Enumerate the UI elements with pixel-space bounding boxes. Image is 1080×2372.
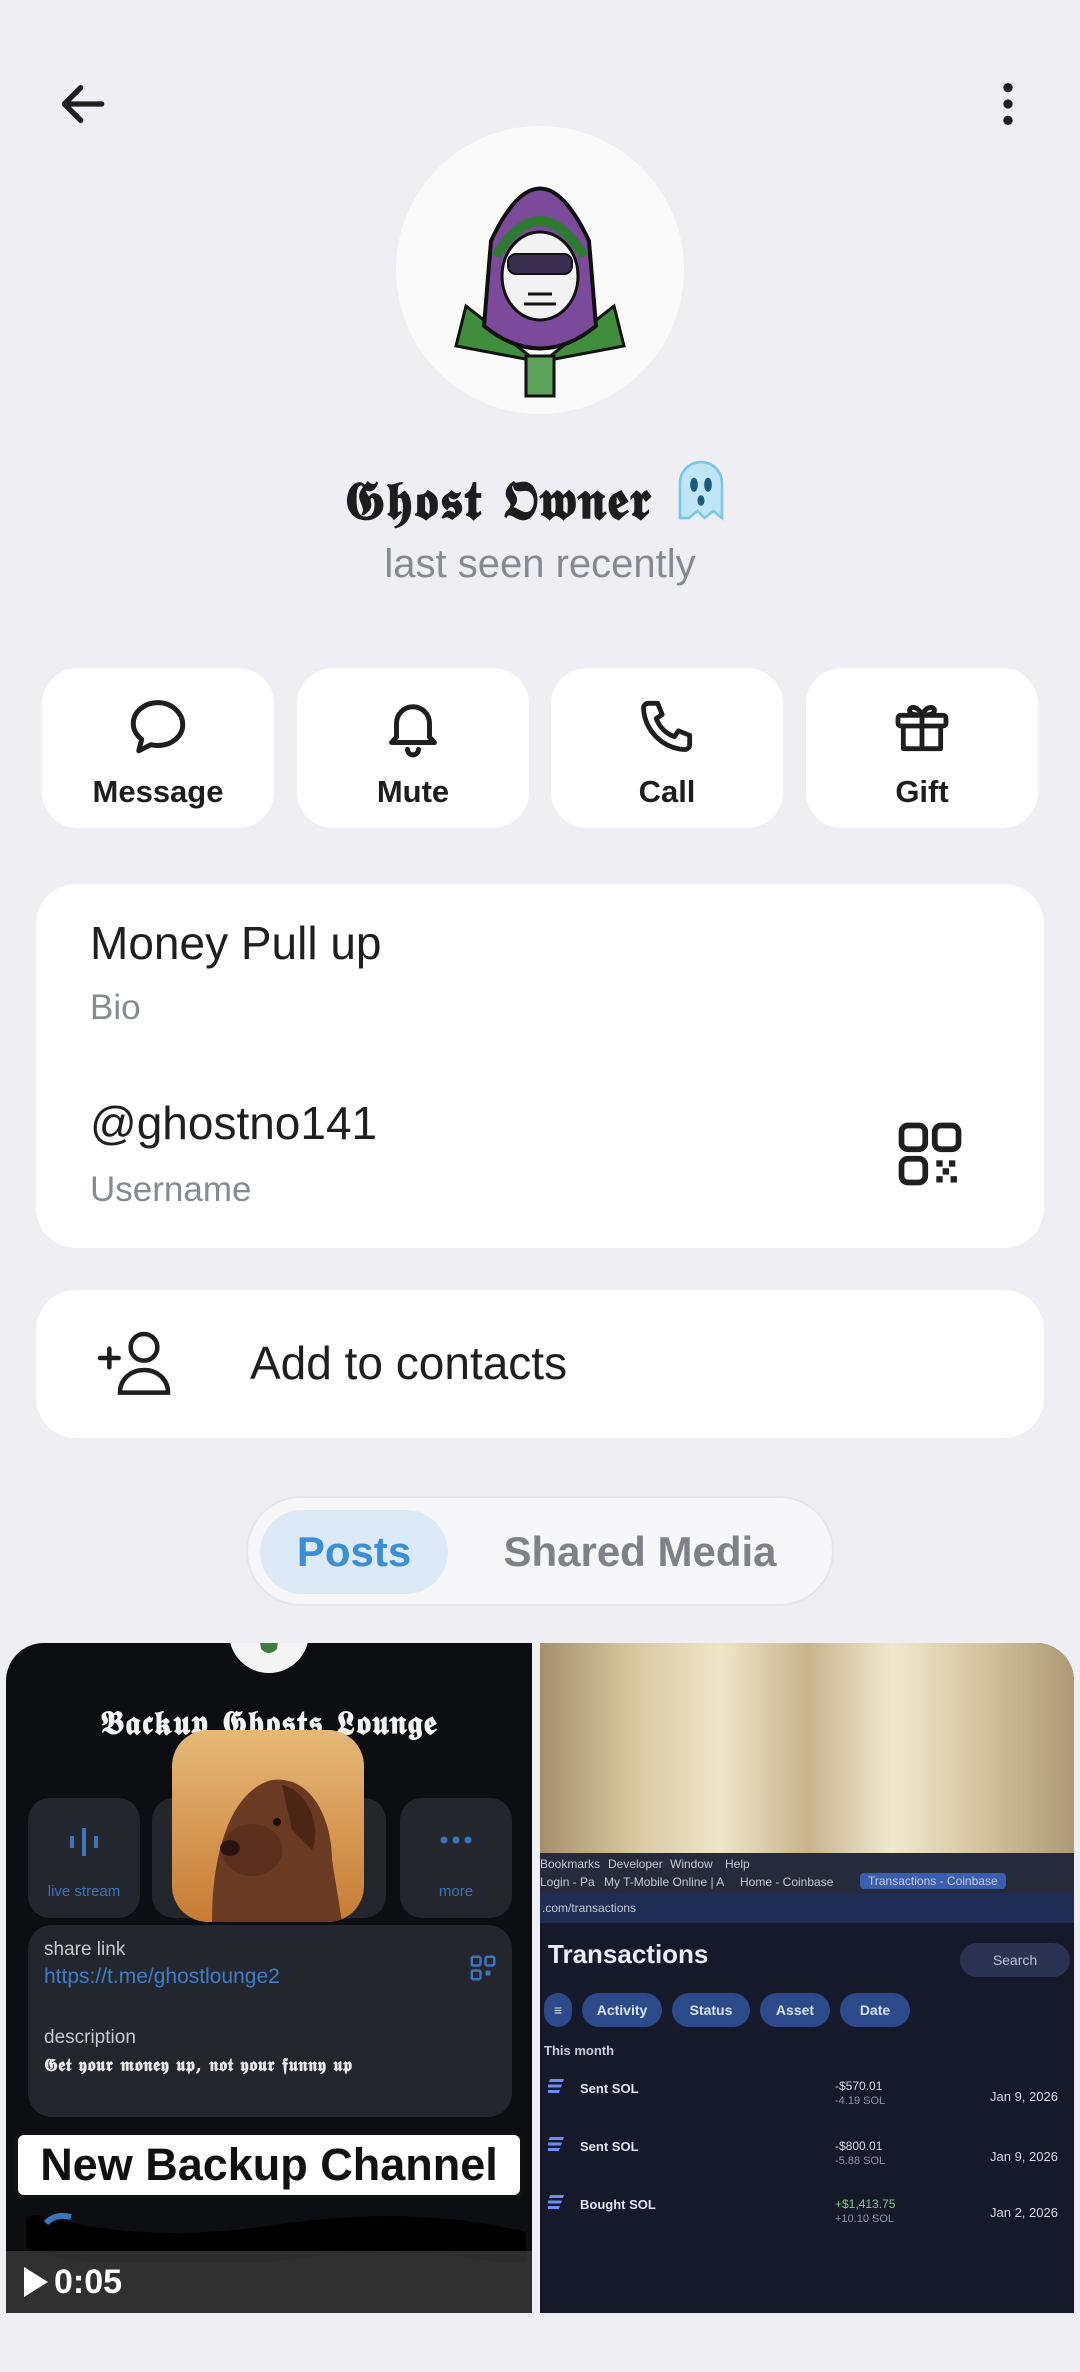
browser-menu-item: Window	[670, 1857, 713, 1871]
profile-name: 𝕲𝖍𝖔𝖘𝖙 𝕺𝖜𝖓𝖊𝖗	[343, 468, 652, 532]
gift-icon	[895, 705, 949, 752]
transactions-month: This month	[544, 2043, 615, 2058]
share-link-value: https://t.me/ghostlounge2	[44, 1965, 280, 1988]
live-stream-label: live stream	[47, 1883, 121, 1900]
filter-chip-icon: ≡	[544, 1993, 572, 2027]
message-label: Message	[92, 774, 224, 809]
filter-chip: Date	[840, 1993, 910, 2027]
filter-chip: Status	[672, 1993, 750, 2027]
qr-code-icon	[898, 1122, 962, 1186]
video-duration: 0:05	[54, 2263, 123, 2301]
chat-bubble-icon	[130, 700, 186, 754]
browser-url: .com/transactions	[542, 1901, 637, 1915]
bio-label: Bio	[90, 988, 141, 1027]
username-label: Username	[90, 1170, 252, 1209]
browser-url-bar: .com/transactions	[540, 1893, 1074, 1923]
qr-code-button[interactable]	[892, 1116, 968, 1192]
gift-button[interactable]: Gift	[806, 668, 1038, 828]
tab-posts[interactable]: Posts	[260, 1510, 448, 1594]
curtain-background-image	[540, 1643, 1074, 1853]
message-button[interactable]: Message	[42, 668, 274, 828]
transaction-amount: -$570.01	[835, 2079, 883, 2093]
dog-photo-image	[172, 1730, 364, 1922]
post-thumbnail-photo[interactable]: Bookmarks Developer Window Help Login - …	[540, 1643, 1074, 2313]
more-options-button[interactable]	[960, 56, 1056, 152]
transaction-sub-amount: -5.88 SOL	[835, 2155, 886, 2167]
arrow-left-icon	[61, 84, 105, 124]
username-value[interactable]: @ghostno141	[90, 1096, 377, 1150]
tab-shared-media[interactable]: Shared Media	[480, 1510, 800, 1594]
solana-icon	[548, 2195, 564, 2209]
transaction-name: Bought SOL	[580, 2197, 656, 2212]
transaction-name: Sent SOL	[580, 2139, 639, 2154]
transaction-sub-amount: +10.10 SOL	[835, 2213, 895, 2225]
filter-chip: Asset	[760, 1993, 830, 2027]
profile-avatar[interactable]	[396, 126, 684, 414]
solana-icon	[548, 2079, 564, 2093]
call-label: Call	[638, 774, 696, 809]
post-live-stream-tile: live stream	[28, 1798, 140, 1918]
post-channel-info: share link https://t.me/ghostlounge2 des…	[28, 1925, 512, 2117]
solana-icon	[548, 2137, 564, 2151]
kebab-menu-icon	[1003, 83, 1013, 125]
transaction-sub-amount: -4.19 SOL	[835, 2095, 886, 2107]
more-label: more	[438, 1883, 474, 1900]
browser-tab: Login - Pa	[540, 1875, 595, 1889]
browser-tab: Home - Coinbase	[740, 1875, 834, 1889]
transaction-date: Jan 2, 2026	[990, 2205, 1058, 2220]
ghost-icon	[666, 455, 736, 530]
skull-soldier-avatar-image	[396, 126, 684, 414]
call-button[interactable]: Call	[551, 668, 783, 828]
description-label: description	[44, 2027, 136, 2048]
transaction-name: Sent SOL	[580, 2081, 639, 2096]
qr-code-icon	[470, 1955, 496, 1981]
transaction-date: Jan 9, 2026	[990, 2149, 1058, 2164]
browser-menu-item: Developer	[608, 1857, 663, 1871]
share-link-label: share link	[44, 1939, 126, 1960]
post-thumbnail-video[interactable]: 𝕭𝖆𝖈𝖐𝖚𝖕 𝕲𝖍𝖔𝖘𝖙𝖘 𝕷𝖔𝖚𝖓𝖌𝖊 live stream more sh…	[6, 1643, 532, 2313]
play-icon	[24, 2267, 48, 2297]
transaction-amount: +$1,413.75	[835, 2197, 896, 2211]
profile-tabs: Posts Shared Media	[246, 1496, 834, 1606]
add-person-icon	[97, 1331, 171, 1395]
live-stream-icon	[70, 1828, 98, 1856]
avatar-emblem-image	[230, 1643, 308, 1673]
browser-menu-bar: Bookmarks Developer Window Help Login - …	[540, 1853, 1074, 1893]
browser-tab-active: Transactions - Coinbase	[860, 1873, 1006, 1889]
post-more-tile: more	[400, 1798, 512, 1918]
add-to-contacts-button[interactable]: Add to contacts	[36, 1290, 1044, 1438]
browser-tab: My T-Mobile Online | A	[604, 1875, 725, 1889]
profile-info-card: Money Pull up Bio @ghostno141 Username	[36, 884, 1044, 1248]
video-info-bar: 0:05	[6, 2251, 532, 2313]
add-to-contacts-label: Add to contacts	[250, 1337, 568, 1389]
back-button[interactable]	[35, 56, 131, 152]
gift-label: Gift	[895, 774, 949, 809]
profile-name-row: 𝕲𝖍𝖔𝖘𝖙 𝕺𝖜𝖓𝖊𝖗	[0, 455, 1080, 533]
mute-label: Mute	[376, 774, 450, 809]
transaction-date: Jan 9, 2026	[990, 2089, 1058, 2104]
more-dots-icon	[440, 1836, 472, 1844]
bio-value[interactable]: Money Pull up	[90, 916, 382, 970]
mute-button[interactable]: Mute	[297, 668, 529, 828]
new-backup-channel-banner: New Backup Channel	[14, 2131, 524, 2199]
transactions-heading: Transactions	[548, 1939, 709, 1969]
phone-icon	[641, 700, 693, 752]
bell-icon	[389, 704, 437, 758]
filter-chip: Activity	[582, 1993, 662, 2027]
last-seen-status: last seen recently	[384, 542, 696, 586]
transactions-search: Search	[960, 1943, 1070, 1977]
system-navigation-bar	[0, 2313, 1080, 2372]
browser-menu-item: Bookmarks	[540, 1857, 601, 1871]
browser-menu-item: Help	[725, 1857, 750, 1871]
transaction-amount: -$800.01	[835, 2139, 883, 2153]
description-value: 𝕲𝖊𝖙 𝖞𝖔𝖚𝖗 𝖒𝖔𝖓𝖊𝖞 𝖚𝖕, 𝖓𝖔𝖙 𝖞𝖔𝖚𝖗 𝖋𝖚𝖓𝖓𝖞 𝖚𝖕	[44, 2055, 353, 2076]
